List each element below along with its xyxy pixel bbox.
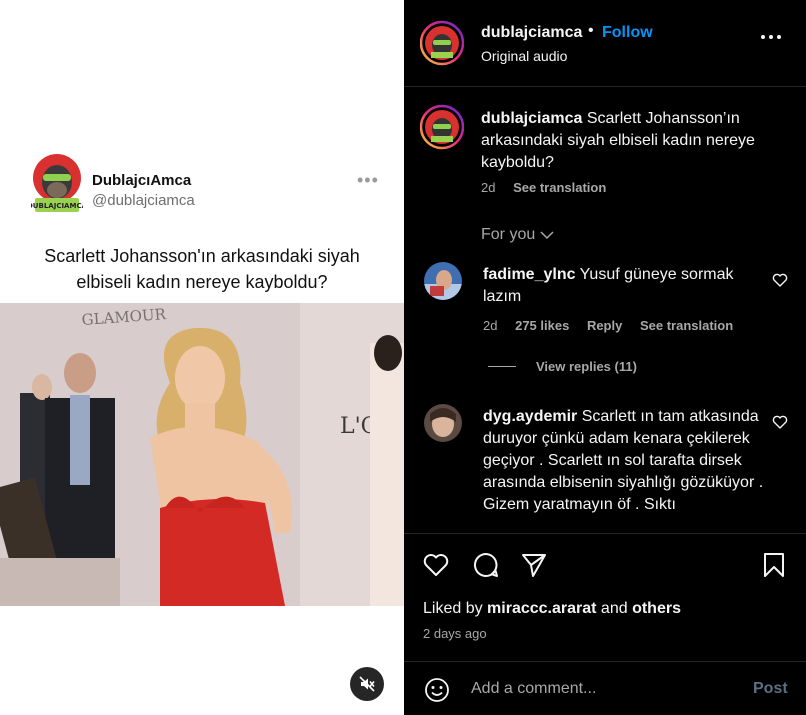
comment-likes[interactable]: 275 likes [515, 318, 569, 333]
tweet-author-name: DublajcıAmca [92, 172, 192, 189]
caption-username[interactable]: dublajciamca [481, 110, 582, 127]
caption-age: 2d [481, 180, 496, 195]
tweet-more-icon: ••• [357, 170, 379, 190]
post-side-panel: dublajciamca • Follow Original audio dub… [404, 0, 806, 715]
heart-outline-icon[interactable] [772, 415, 788, 429]
share-paper-plane-icon[interactable] [520, 551, 548, 579]
post-comment-button[interactable]: Post [753, 680, 788, 698]
comment-sort-dropdown[interactable]: For you [481, 226, 555, 244]
caption-see-translation[interactable]: See translation [513, 180, 606, 195]
comment-body: dyg.aydemir Scarlett ın tam atkasında du… [483, 406, 765, 516]
comment-input[interactable]: Add a comment... [471, 680, 596, 698]
tweet-text: Scarlett Johansson'ın arkasındaki siyah … [44, 246, 360, 292]
comment-meta: 2d 275 likes Reply See translation [483, 318, 747, 333]
comment-age: 2d [483, 318, 498, 333]
view-replies-button[interactable]: View replies (11) [488, 359, 637, 374]
comment-username[interactable]: fadime_ylnc [483, 266, 575, 283]
comment-bubble-icon[interactable] [472, 551, 500, 579]
caption-avatar[interactable] [420, 102, 464, 152]
comment-body: fadime_ylnc Yusuf güneye sormak lazım [483, 264, 765, 308]
view-replies-label: View replies (11) [536, 359, 637, 374]
like-heart-icon[interactable] [422, 551, 450, 579]
post-caption: dublajciamca Scarlett Johansson’ın arkas… [481, 108, 781, 174]
post-header: dublajciamca • Follow Original audio [404, 0, 806, 87]
original-audio-link[interactable]: Original audio [481, 48, 567, 64]
comment-see-translation[interactable]: See translation [640, 318, 733, 333]
liked-by-others[interactable]: others [632, 600, 681, 617]
replies-line [488, 366, 516, 367]
heart-outline-icon[interactable] [772, 273, 788, 287]
author-avatar[interactable] [420, 18, 464, 68]
dublajci-logo-icon: DUBLAJCIAMCA [31, 154, 83, 212]
chevron-down-icon [540, 231, 554, 240]
action-bar: Liked by miraccc.ararat and others 2 day… [404, 533, 806, 661]
for-you-label: For you [481, 226, 536, 243]
commenter-avatar[interactable] [424, 262, 462, 300]
follow-button[interactable]: Follow [602, 24, 653, 42]
bookmark-icon[interactable] [760, 551, 788, 579]
separator-dot: • [588, 22, 594, 39]
tweet-author-handle: @dublajciamca [92, 192, 195, 209]
commenter-avatar[interactable] [424, 404, 462, 442]
more-options-icon[interactable] [760, 33, 782, 41]
svg-text:DUBLAJCIAMCA: DUBLAJCIAMCA [31, 202, 83, 210]
tweet-header: DUBLAJCIAMCA DublajcıAmca @dublajciamca … [31, 152, 378, 220]
reply-button[interactable]: Reply [587, 318, 622, 333]
emoji-icon[interactable] [424, 677, 450, 703]
author-username[interactable]: dublajciamca [481, 24, 582, 42]
comment-username[interactable]: dyg.aydemir [483, 408, 577, 425]
liked-by-prefix: Liked by [423, 600, 483, 617]
caption-meta: 2d See translation [481, 180, 620, 195]
liked-by: Liked by miraccc.ararat and others [423, 600, 681, 618]
post-timestamp[interactable]: 2 days ago [423, 626, 487, 641]
liked-by-and: and [600, 600, 628, 617]
speaker-muted-icon [359, 676, 375, 692]
liked-by-user[interactable]: miraccc.ararat [487, 600, 596, 617]
mute-button[interactable] [350, 667, 384, 701]
add-comment-bar: Add a comment... Post [404, 661, 806, 715]
post-media[interactable]: DUBLAJCIAMCA DublajcıAmca @dublajciamca … [0, 0, 404, 715]
video-frame[interactable]: GLAMOUR L'ORÉAL PA [0, 303, 404, 606]
